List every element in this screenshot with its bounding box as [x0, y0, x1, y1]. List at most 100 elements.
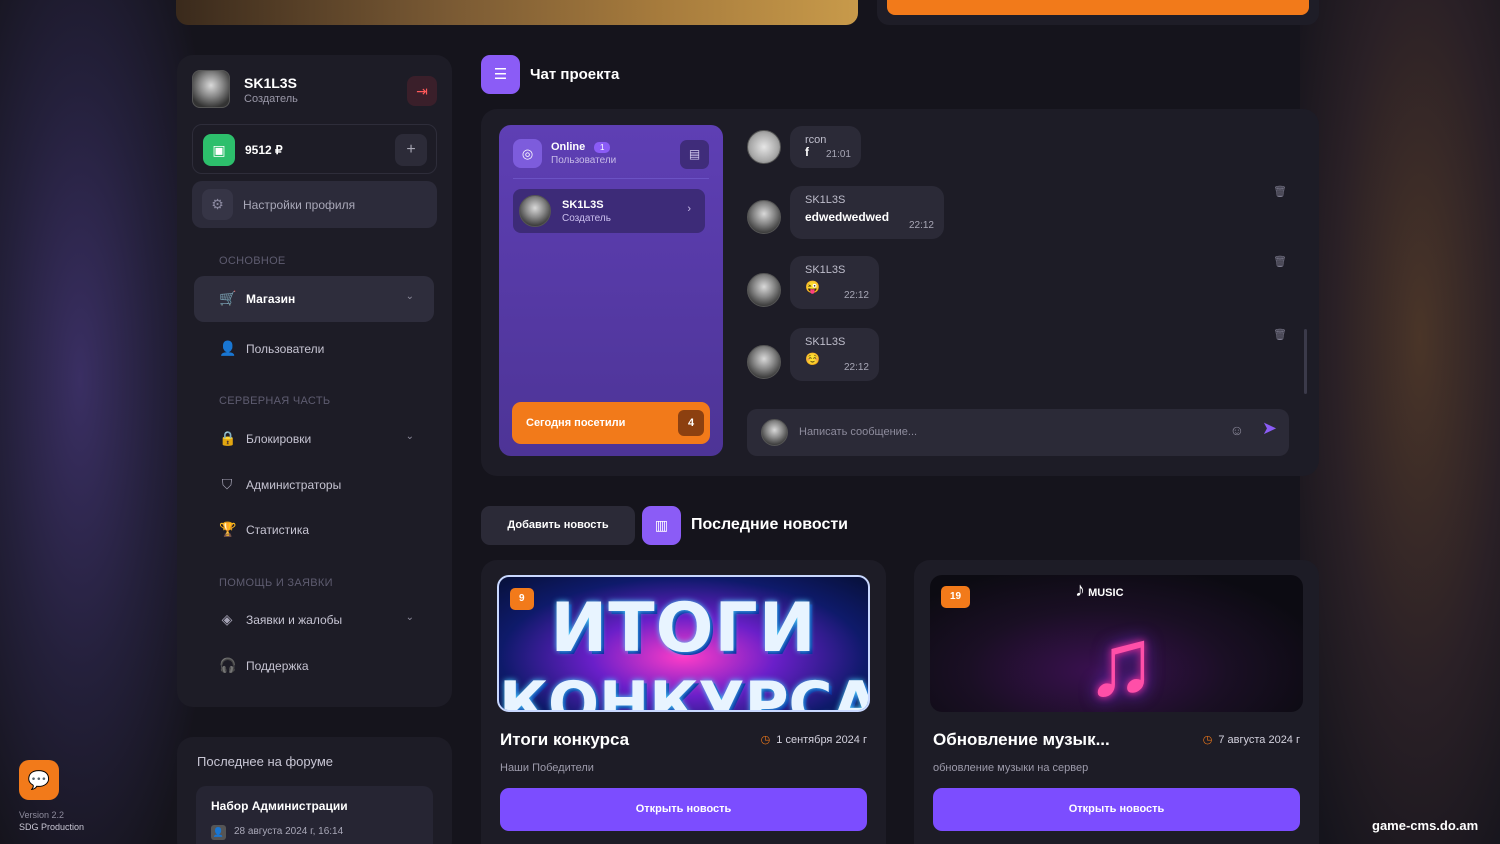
sidebar-item-admins[interactable]: ⛉ Администраторы	[194, 462, 434, 508]
chat-icon: ☰	[481, 55, 520, 94]
send-icon[interactable]: ➤	[1262, 418, 1277, 439]
chat-title: Чат проекта	[530, 66, 620, 83]
chevron-down-icon: ⌄	[405, 431, 414, 442]
news-image[interactable]: ♪ MUSIC ♫ 19	[930, 575, 1303, 712]
message-text: f	[805, 145, 809, 159]
online-label: Online	[551, 141, 586, 153]
news-date-text: 1 сентября 2024 г	[776, 734, 867, 746]
avatar[interactable]	[747, 130, 781, 164]
message-text: edwedwedwed	[805, 210, 890, 224]
background-art-right	[1300, 0, 1500, 844]
news-card-title: Обновление музык...	[933, 730, 1110, 749]
forum-post-title: Набор Администрации	[211, 799, 348, 813]
message-time: 22:12	[843, 290, 869, 301]
sidebar-item-shop[interactable]: 🛒 Магазин ⌄	[194, 276, 434, 322]
message-time: 22:12	[843, 362, 869, 373]
trash-icon[interactable]: 🗑	[1273, 185, 1287, 198]
online-user-name: SK1L3S	[562, 199, 604, 211]
news-title: Последние новости	[691, 516, 849, 533]
profile-block: SK1L3S Создатель ⇥	[192, 70, 437, 110]
avatar[interactable]	[747, 273, 781, 307]
add-balance-button[interactable]: +	[395, 134, 427, 166]
message-time: 21:01	[825, 149, 851, 160]
forum-post[interactable]: Набор Администрации 👤 28 августа 2024 г,…	[196, 786, 433, 844]
book-icon[interactable]: ▤	[680, 140, 709, 169]
sidebar-item-support[interactable]: 🎧 Поддержка	[194, 643, 434, 689]
avatar[interactable]	[192, 70, 230, 108]
music-logo-text: MUSIC	[1088, 587, 1124, 599]
chat-bubble: SK1L3S ☺️ 22:12	[790, 328, 879, 381]
emoji-icon[interactable]: ☺	[1230, 422, 1244, 438]
forum-title: Последнее на форуме	[197, 754, 333, 769]
logout-icon: ⇥	[416, 83, 428, 99]
user-icon: 👤	[211, 825, 226, 840]
background-art-left	[0, 0, 200, 844]
sidebar-item-label: Заявки и жалобы	[246, 613, 343, 627]
avatar	[761, 419, 788, 446]
cart-icon: 🛒	[219, 290, 237, 306]
sidebar-item-label: Поддержка	[246, 659, 309, 673]
open-news-button[interactable]: Открыть новость	[933, 788, 1300, 831]
production-label: SDG Production	[19, 822, 85, 832]
shield-icon: ⛉	[221, 476, 233, 492]
news-image[interactable]: ИТОГИ КОНКУРСА 9	[497, 575, 870, 712]
forum-post-date: 28 августа 2024 г, 16:14	[234, 826, 344, 837]
today-visited-button[interactable]: Сегодня посетили 4	[512, 402, 710, 444]
news-badge: 19	[941, 586, 971, 608]
today-visited-label: Сегодня посетили	[526, 417, 626, 429]
message-text: 😜	[805, 280, 820, 294]
news-image-text: КОНКУРСА	[499, 669, 870, 712]
chevron-down-icon: ⌄	[405, 291, 414, 302]
open-news-button[interactable]: Открыть новость	[500, 788, 867, 831]
clock-icon: ◷	[760, 734, 771, 746]
forum-widget: Последнее на форуме Набор Администрации …	[177, 737, 452, 844]
user-icon: 👤	[219, 340, 237, 356]
sidebar-item-label: Статистика	[246, 523, 310, 537]
watermark: game-cms.do.am	[1372, 818, 1479, 833]
logout-button[interactable]: ⇥	[407, 76, 437, 106]
lock-icon: 🔒	[219, 430, 237, 446]
add-news-button[interactable]: Добавить новость	[481, 506, 635, 545]
map-icon: ▥	[642, 506, 681, 545]
sidebar-item-users[interactable]: 👤 Пользователи	[194, 326, 434, 372]
version-label: Version 2.2	[19, 810, 65, 820]
sidebar-item-label: Пользователи	[246, 342, 325, 356]
plus-icon: +	[406, 141, 416, 158]
chat-scrollbar[interactable]	[1304, 329, 1307, 394]
top-banner-bar[interactable]	[887, 0, 1309, 15]
wallet-icon: ▣	[203, 134, 235, 166]
message-user: SK1L3S	[805, 194, 846, 206]
news-card-date: ◷ 7 августа 2024 г	[1203, 733, 1300, 746]
headset-icon: 🎧	[219, 657, 237, 673]
sidebar-item-label: Магазин	[246, 292, 296, 306]
clock-icon: ◷	[1202, 734, 1213, 746]
message-text: ☺️	[805, 352, 820, 366]
profile-settings-button[interactable]: ⚙ Настройки профиля	[192, 181, 437, 228]
balance-amount: 9512 ₽	[245, 143, 283, 157]
online-user-item[interactable]: SK1L3S Создатель ›	[513, 189, 705, 233]
chat-bubble: rcon f 21:01	[790, 126, 861, 168]
today-visited-count: 4	[678, 410, 704, 436]
section-title-main: ОСНОВНОЕ	[219, 255, 286, 267]
news-date-text: 7 августа 2024 г	[1218, 734, 1300, 746]
sidebar-item-bans[interactable]: 🔒 Блокировки ⌄	[194, 416, 434, 462]
music-logo: ♪ MUSIC	[1075, 579, 1124, 601]
chat-fab-button[interactable]: 💬	[19, 760, 59, 800]
news-image-text: ИТОГИ	[550, 589, 817, 668]
trash-icon[interactable]: 🗑	[1273, 255, 1287, 268]
layers-icon: ◈	[221, 611, 233, 627]
online-count-badge: 1	[594, 142, 611, 153]
message-user: SK1L3S	[805, 336, 846, 348]
trash-icon[interactable]: 🗑	[1273, 328, 1287, 341]
chat-message-input[interactable]	[799, 421, 1219, 443]
news-badge: 9	[510, 588, 534, 610]
news-card: ♪ MUSIC ♫ 19 Обновление музык... ◷ 7 авгу…	[914, 560, 1319, 844]
sidebar-item-tickets[interactable]: ◈ Заявки и жалобы ⌄	[194, 597, 434, 643]
avatar[interactable]	[747, 345, 781, 379]
news-card-subtitle: обновление музыки на сервер	[933, 762, 1089, 774]
music-note-icon: ♫	[1085, 609, 1157, 713]
online-panel: ◎ Online 1 Пользователи ▤ SK1L3S Создате…	[499, 125, 723, 456]
avatar[interactable]	[747, 200, 781, 234]
sidebar-item-stats[interactable]: 🏆 Статистика	[194, 507, 434, 553]
divider	[513, 178, 709, 179]
